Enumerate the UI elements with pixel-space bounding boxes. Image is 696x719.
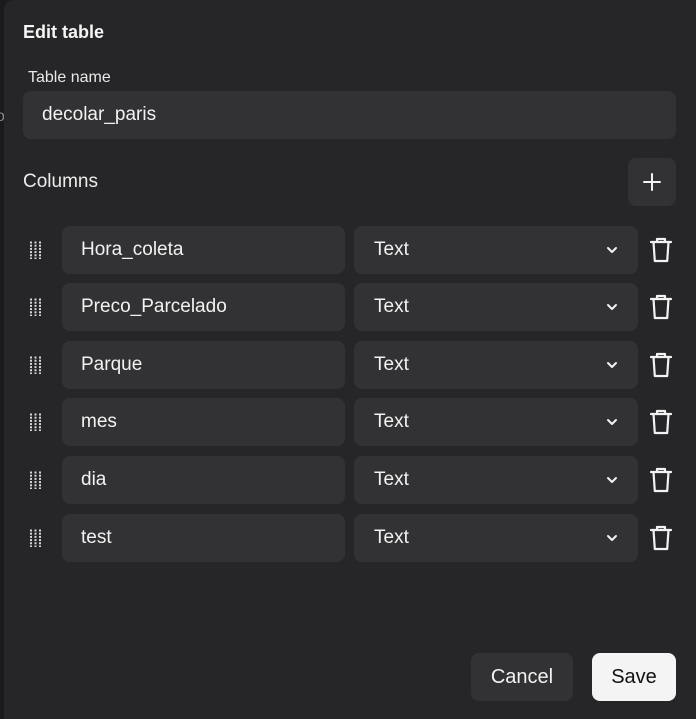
column-row: Text <box>4 514 696 562</box>
column-type-value: Text <box>374 527 409 548</box>
column-row: Text <box>4 341 696 389</box>
trash-icon[interactable] <box>650 409 672 435</box>
trash-icon[interactable] <box>650 237 672 263</box>
trash-icon[interactable] <box>650 467 672 493</box>
column-name-input[interactable] <box>62 456 345 504</box>
column-name-input[interactable] <box>62 341 345 389</box>
chevron-down-icon <box>607 535 617 541</box>
drag-handle-icon[interactable] <box>29 529 43 547</box>
add-column-button[interactable] <box>628 158 676 206</box>
column-name-input[interactable] <box>62 283 345 331</box>
chevron-down-icon <box>607 304 617 310</box>
column-type-value: Text <box>374 354 409 375</box>
chevron-down-icon <box>607 247 617 253</box>
save-button[interactable]: Save <box>592 653 676 701</box>
drag-handle-icon[interactable] <box>29 298 43 316</box>
columns-label: Columns <box>23 171 98 192</box>
trash-icon[interactable] <box>650 294 672 320</box>
column-row: Text <box>4 398 696 446</box>
column-type-select[interactable]: Text <box>354 398 638 446</box>
drag-handle-icon[interactable] <box>29 471 43 489</box>
edit-table-dialog: Edit table Table name Columns Text Text Te… <box>4 0 696 719</box>
column-type-value: Text <box>374 469 409 490</box>
column-name-input[interactable] <box>62 398 345 446</box>
drag-handle-icon[interactable] <box>29 413 43 431</box>
table-name-label: Table name <box>28 69 111 86</box>
drag-handle-icon[interactable] <box>29 356 43 374</box>
column-row: Text <box>4 283 696 331</box>
column-row: Text <box>4 226 696 274</box>
column-type-select[interactable]: Text <box>354 456 638 504</box>
column-type-select[interactable]: Text <box>354 283 638 331</box>
column-type-select[interactable]: Text <box>354 514 638 562</box>
cancel-button[interactable]: Cancel <box>471 653 573 701</box>
column-type-select[interactable]: Text <box>354 226 638 274</box>
column-type-value: Text <box>374 296 409 317</box>
plus-icon <box>643 173 661 191</box>
chevron-down-icon <box>607 477 617 483</box>
table-name-input[interactable] <box>23 91 676 139</box>
drag-handle-icon[interactable] <box>29 241 43 259</box>
column-type-value: Text <box>374 239 409 260</box>
trash-icon[interactable] <box>650 525 672 551</box>
column-name-input[interactable] <box>62 226 345 274</box>
column-name-input[interactable] <box>62 514 345 562</box>
column-type-value: Text <box>374 411 409 432</box>
column-row: Text <box>4 456 696 504</box>
chevron-down-icon <box>607 419 617 425</box>
column-type-select[interactable]: Text <box>354 341 638 389</box>
chevron-down-icon <box>607 362 617 368</box>
trash-icon[interactable] <box>650 352 672 378</box>
dialog-title: Edit table <box>23 22 105 42</box>
